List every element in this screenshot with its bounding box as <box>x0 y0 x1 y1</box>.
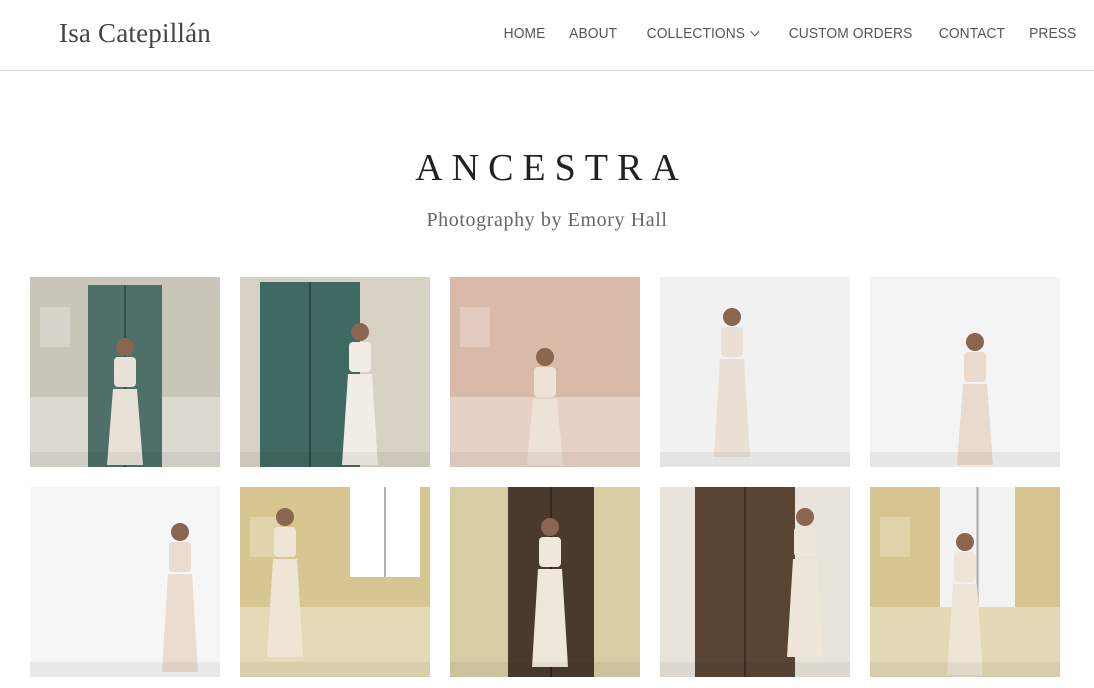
photo-image <box>660 487 850 677</box>
gallery-photo[interactable] <box>450 487 640 677</box>
gallery-photo[interactable] <box>870 277 1060 467</box>
nav-item-press[interactable]: PRESS <box>1029 25 1076 42</box>
photo-image <box>870 487 1060 677</box>
photo-image <box>870 277 1060 467</box>
nav-item-label: COLLECTIONS <box>646 25 746 42</box>
gallery-photo[interactable] <box>30 277 220 467</box>
nav-item-label: PRESS <box>1028 25 1076 42</box>
gallery-photo[interactable] <box>660 277 850 467</box>
nav-item-label: ABOUT <box>569 25 618 42</box>
nav-item-label: HOME <box>503 25 546 42</box>
page-title: ANCESTRA <box>415 147 688 189</box>
photo-image <box>30 487 220 677</box>
gallery-photo[interactable] <box>30 487 220 677</box>
gallery-photo[interactable] <box>450 277 640 467</box>
site-logo[interactable]: Isa Catepillán <box>59 18 211 49</box>
nav-item-label: CONTACT <box>938 25 1005 42</box>
nav-item-home[interactable]: HOME <box>503 25 545 42</box>
nav-item-about[interactable]: ABOUT <box>569 25 617 42</box>
gallery-photo[interactable] <box>660 487 850 677</box>
site-header: Isa Catepillán HOME ABOUT COLLECTIONS CU… <box>0 0 1094 71</box>
gallery-photo[interactable] <box>240 277 430 467</box>
photo-image <box>450 277 640 467</box>
photo-gallery <box>30 277 1060 677</box>
main-nav: HOME ABOUT COLLECTIONS CUSTOM ORDERS CON… <box>500 25 1076 42</box>
gallery-photo[interactable] <box>870 487 1060 677</box>
gallery-photo[interactable] <box>240 487 430 677</box>
photo-image <box>240 487 430 677</box>
nav-item-contact[interactable]: CONTACT <box>938 25 1004 42</box>
page-subtitle: Photography by Emory Hall <box>426 209 668 231</box>
photo-image <box>240 277 430 467</box>
photo-image <box>30 277 220 467</box>
nav-item-label: CUSTOM ORDERS <box>788 25 913 42</box>
chevron-down-icon <box>750 26 760 37</box>
nav-item-collections[interactable]: COLLECTIONS <box>646 25 760 42</box>
photo-image <box>660 277 850 467</box>
nav-item-custom-orders[interactable]: CUSTOM ORDERS <box>789 25 913 42</box>
photo-image <box>450 487 640 677</box>
